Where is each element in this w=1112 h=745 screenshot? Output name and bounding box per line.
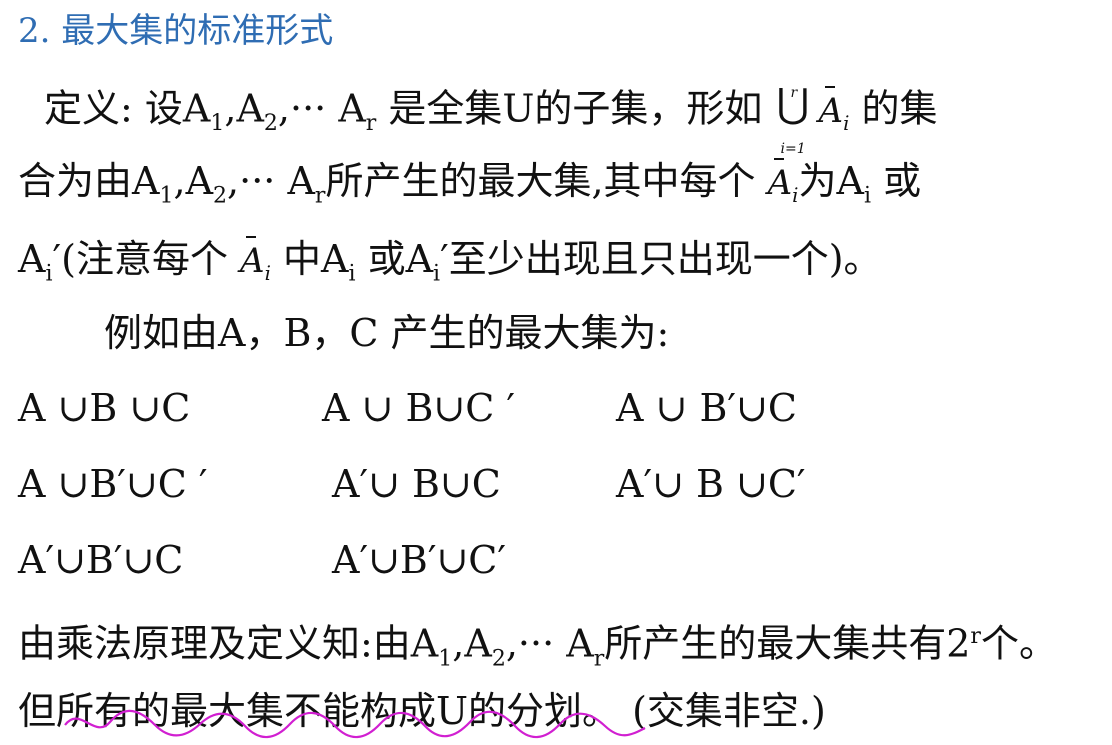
mult-text: 由乘法原理及定义知:由A (18, 621, 439, 666)
sub: r (314, 183, 326, 209)
definition-line-2: 合为由A1,A2,··· Ar所产生的最大集,其中每个 Ai为Ai 或 (18, 158, 921, 220)
sub: 2 (491, 646, 506, 672)
sub: i (45, 261, 53, 287)
def-text: 的集 (849, 86, 938, 131)
sub: 1 (159, 183, 174, 209)
max-set-4: A ∪B′∪C ′ (18, 462, 208, 506)
sub: 1 (210, 111, 225, 137)
sub: r (365, 111, 377, 137)
sub: 2 (263, 111, 278, 137)
def-text: ′(注意每个 (52, 237, 241, 281)
max-set-8: A′∪B′∪C′ (332, 538, 507, 582)
def-text: 中A (270, 237, 349, 281)
def-text: 为A (798, 159, 864, 203)
def-text: ,A (224, 86, 264, 131)
mult-text: ,A (452, 621, 492, 666)
union-symbol: ⋃ (776, 81, 810, 127)
def-text-1: 定义: 设A (44, 86, 211, 131)
def-text: ,A (173, 159, 214, 203)
sub: i (348, 261, 356, 287)
def-text: A (18, 237, 46, 281)
def-text: 或 (870, 159, 922, 203)
sub: 1 (438, 646, 453, 672)
section-heading: 2. 最大集的标准形式 (18, 11, 334, 51)
sup: r (970, 624, 981, 649)
max-set-7: A′∪B′∪C (18, 538, 184, 582)
mult-text: 个。 (980, 621, 1057, 666)
handwritten-underline (64, 709, 646, 739)
sub: r (593, 646, 605, 672)
max-set-6: A′∪ B ∪C′ (616, 462, 806, 506)
example-intro: 例如由A，B，C 产生的最大集为: (104, 311, 670, 355)
a-bar-symbol: Ai (819, 85, 849, 147)
max-set-1: A ∪B ∪C (18, 386, 191, 430)
def-text: ,··· A (277, 86, 366, 131)
union-operator: r ⋃ i=1 (775, 80, 819, 157)
def-text: 所产生的最大集,其中每个 (325, 159, 768, 203)
max-set-3: A ∪ B′∪C (616, 386, 797, 430)
mult-text: 所产生的最大集共有2 (604, 621, 971, 666)
sub: i (863, 183, 871, 209)
def-text: 或A (355, 237, 434, 281)
def-text: 合为由A (18, 159, 160, 203)
a-bar-symbol: Ai (768, 158, 798, 219)
a-bar-symbol: Ai (240, 236, 271, 297)
max-set-5: A′∪ B∪C (332, 462, 501, 506)
definition-line-1: 定义: 设A1,A2,··· Ar 是全集U的子集，形如 r ⋃ i=1 Ai … (44, 80, 938, 157)
max-set-2: A ∪ B∪C ′ (322, 386, 515, 430)
def-text: 是全集U的子集，形如 (376, 86, 763, 131)
definition-line-3: Ai′(注意每个 Ai 中Ai 或Ai′至少出现且只出现一个)。 (18, 236, 882, 298)
def-text: ′至少出现且只出现一个)。 (440, 237, 882, 281)
sub: 2 (213, 183, 228, 209)
mult-text: ,··· A (505, 621, 594, 666)
multiplication-principle-line: 由乘法原理及定义知:由A1,A2,··· Ar所产生的最大集共有2r个。 (18, 614, 1057, 682)
def-text: ,··· A (227, 159, 315, 203)
